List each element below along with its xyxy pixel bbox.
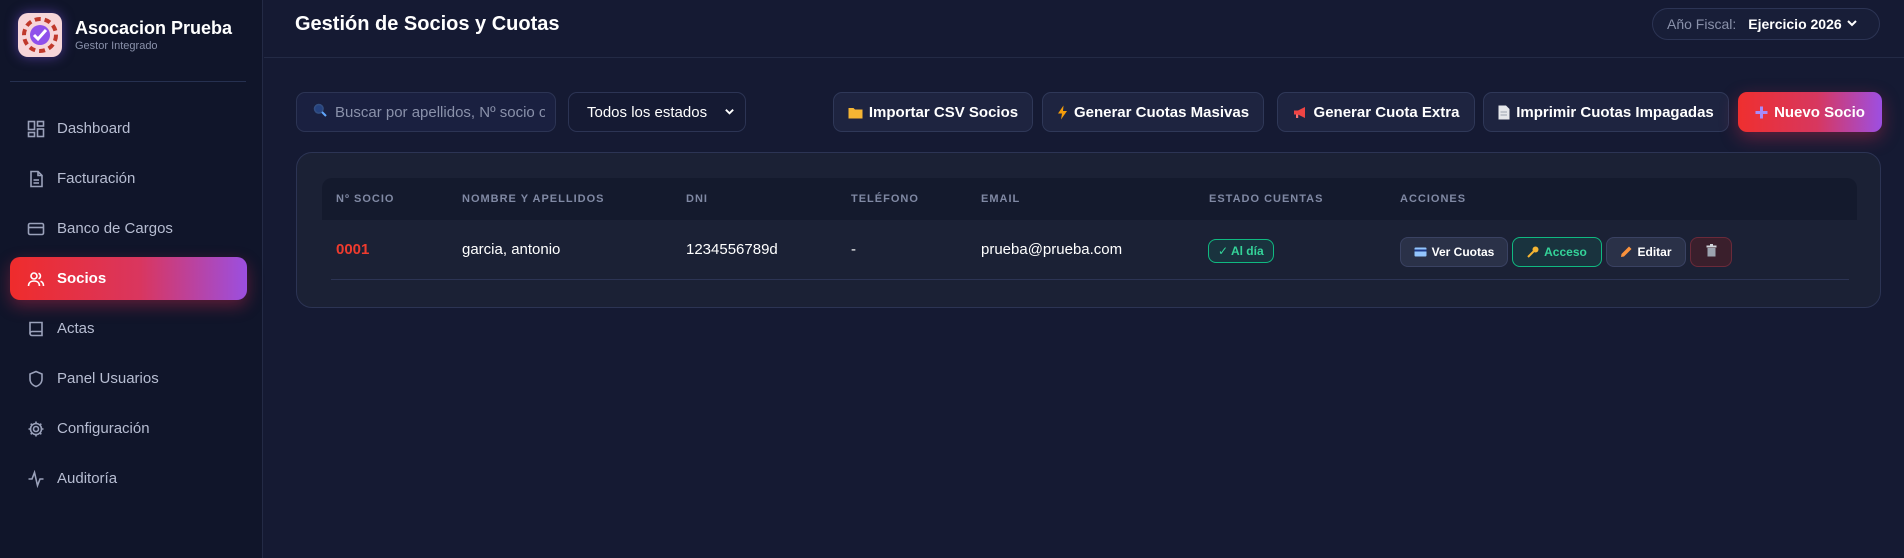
print-unpaid-fees-label: Imprimir Cuotas Impagadas	[1516, 103, 1714, 121]
sidebar-item-label: Auditoría	[57, 470, 118, 487]
table-header: Nº SOCIO NOMBRE Y APELLIDOS DNI TELÉFONO…	[322, 178, 1857, 220]
app-subtitle: Gestor Integrado	[75, 40, 158, 52]
import-csv-button[interactable]: Importar CSV Socios	[833, 92, 1033, 132]
credit-card-icon	[26, 219, 46, 239]
generate-extra-fee-label: Generar Cuota Extra	[1313, 103, 1460, 121]
sidebar-item-label: Socios	[57, 270, 107, 287]
members-table-card: Nº SOCIO NOMBRE Y APELLIDOS DNI TELÉFONO…	[296, 152, 1881, 308]
pencil-icon	[1620, 246, 1632, 258]
column-header-email: EMAIL	[981, 193, 1021, 205]
column-header-dni: DNI	[686, 193, 708, 205]
sidebar-item-panel-usuarios[interactable]: Panel Usuarios	[10, 357, 247, 400]
sidebar-divider	[10, 81, 246, 82]
book-icon	[26, 319, 46, 339]
dashboard-icon	[26, 119, 46, 139]
sidebar-item-label: Actas	[57, 320, 95, 337]
view-fees-button[interactable]: Ver Cuotas	[1400, 237, 1508, 267]
new-member-label: Nuevo Socio	[1774, 103, 1865, 121]
status-filter-select[interactable]: Todos los estados	[568, 92, 746, 132]
search-input[interactable]	[335, 103, 545, 121]
member-name: garcia, antonio	[462, 241, 561, 258]
status-filter-value: Todos los estados	[587, 103, 708, 121]
chevron-down-icon	[1846, 16, 1858, 32]
access-label: Acceso	[1544, 245, 1587, 259]
column-header-number: Nº SOCIO	[336, 193, 395, 205]
brand: Asocacion Prueba Gestor Integrado	[18, 13, 232, 57]
import-csv-label: Importar CSV Socios	[868, 103, 1019, 121]
sidebar-item-configuracion[interactable]: Configuración	[10, 407, 247, 450]
fiscal-year-selector[interactable]: Año Fiscal: Ejercicio 2026	[1652, 8, 1880, 40]
top-bar: Gestión de Socios y Cuotas Año Fiscal: E…	[264, 0, 1904, 58]
new-member-button[interactable]: Nuevo Socio	[1738, 92, 1882, 132]
sidebar-item-label: Dashboard	[57, 120, 131, 137]
plus-icon	[1755, 106, 1768, 119]
trash-icon	[1706, 244, 1717, 260]
edit-label: Editar	[1637, 245, 1672, 259]
column-header-actions: ACCIONES	[1400, 193, 1467, 205]
fiscal-year-label: Año Fiscal:	[1667, 16, 1737, 32]
megaphone-icon	[1293, 106, 1308, 119]
print-unpaid-fees-button[interactable]: Imprimir Cuotas Impagadas	[1483, 92, 1729, 132]
member-email: prueba@prueba.com	[981, 241, 1123, 258]
column-header-name: NOMBRE Y APELLIDOS	[462, 193, 605, 205]
edit-button[interactable]: Editar	[1606, 237, 1686, 267]
sidebar-item-dashboard[interactable]: Dashboard	[10, 107, 247, 150]
sidebar-item-label: Facturación	[57, 170, 136, 187]
delete-button[interactable]	[1690, 237, 1732, 267]
generate-extra-fee-button[interactable]: Generar Cuota Extra	[1277, 92, 1475, 132]
gear-icon	[26, 419, 46, 439]
generate-bulk-fees-button[interactable]: Generar Cuotas Masivas	[1042, 92, 1264, 132]
key-icon	[1527, 246, 1539, 258]
sidebar-item-auditoria[interactable]: Auditoría	[10, 457, 247, 500]
status-badge: ✓ Al día	[1208, 239, 1274, 263]
member-dni: 1234556789d	[686, 241, 778, 258]
sidebar-item-label: Banco de Cargos	[57, 220, 173, 237]
credit-card-icon	[1414, 247, 1427, 257]
search-icon	[313, 103, 327, 122]
chevron-down-icon	[724, 104, 735, 121]
table-row: 0001 garcia, antonio 1234556789d - prueb…	[331, 220, 1849, 280]
column-header-status: ESTADO CUENTAS	[1209, 193, 1324, 205]
member-number[interactable]: 0001	[336, 220, 369, 280]
activity-icon	[26, 469, 46, 489]
sidebar-nav: Dashboard Facturación Banco de Cargos So…	[10, 107, 247, 507]
app-name: Asocacion Prueba	[75, 18, 233, 38]
sidebar-item-label: Configuración	[57, 420, 150, 437]
sidebar-item-socios[interactable]: Socios	[10, 257, 247, 300]
shield-icon	[26, 369, 46, 389]
logo-icon	[18, 13, 62, 57]
page-title: Gestión de Socios y Cuotas	[295, 13, 560, 35]
access-button[interactable]: Acceso	[1512, 237, 1602, 267]
folder-icon	[848, 106, 863, 119]
document-icon	[1498, 105, 1510, 120]
sidebar-item-banco-de-cargos[interactable]: Banco de Cargos	[10, 207, 247, 250]
lightning-icon	[1057, 105, 1068, 120]
generate-bulk-fees-label: Generar Cuotas Masivas	[1073, 103, 1250, 121]
sidebar-item-actas[interactable]: Actas	[10, 307, 247, 350]
column-header-phone: TELÉFONO	[851, 193, 919, 205]
document-icon	[26, 169, 46, 189]
sidebar-item-label: Panel Usuarios	[57, 370, 159, 387]
users-icon	[26, 269, 46, 289]
view-fees-label: Ver Cuotas	[1431, 245, 1495, 259]
search-box	[296, 92, 556, 132]
fiscal-year-value: Ejercicio 2026	[1748, 16, 1842, 32]
toolbar: Todos los estados Importar CSV Socios Ge…	[296, 92, 1882, 132]
sidebar-item-facturacion[interactable]: Facturación	[10, 157, 247, 200]
member-phone: -	[851, 241, 856, 258]
sidebar: Asocacion Prueba Gestor Integrado Dashbo…	[0, 0, 263, 558]
